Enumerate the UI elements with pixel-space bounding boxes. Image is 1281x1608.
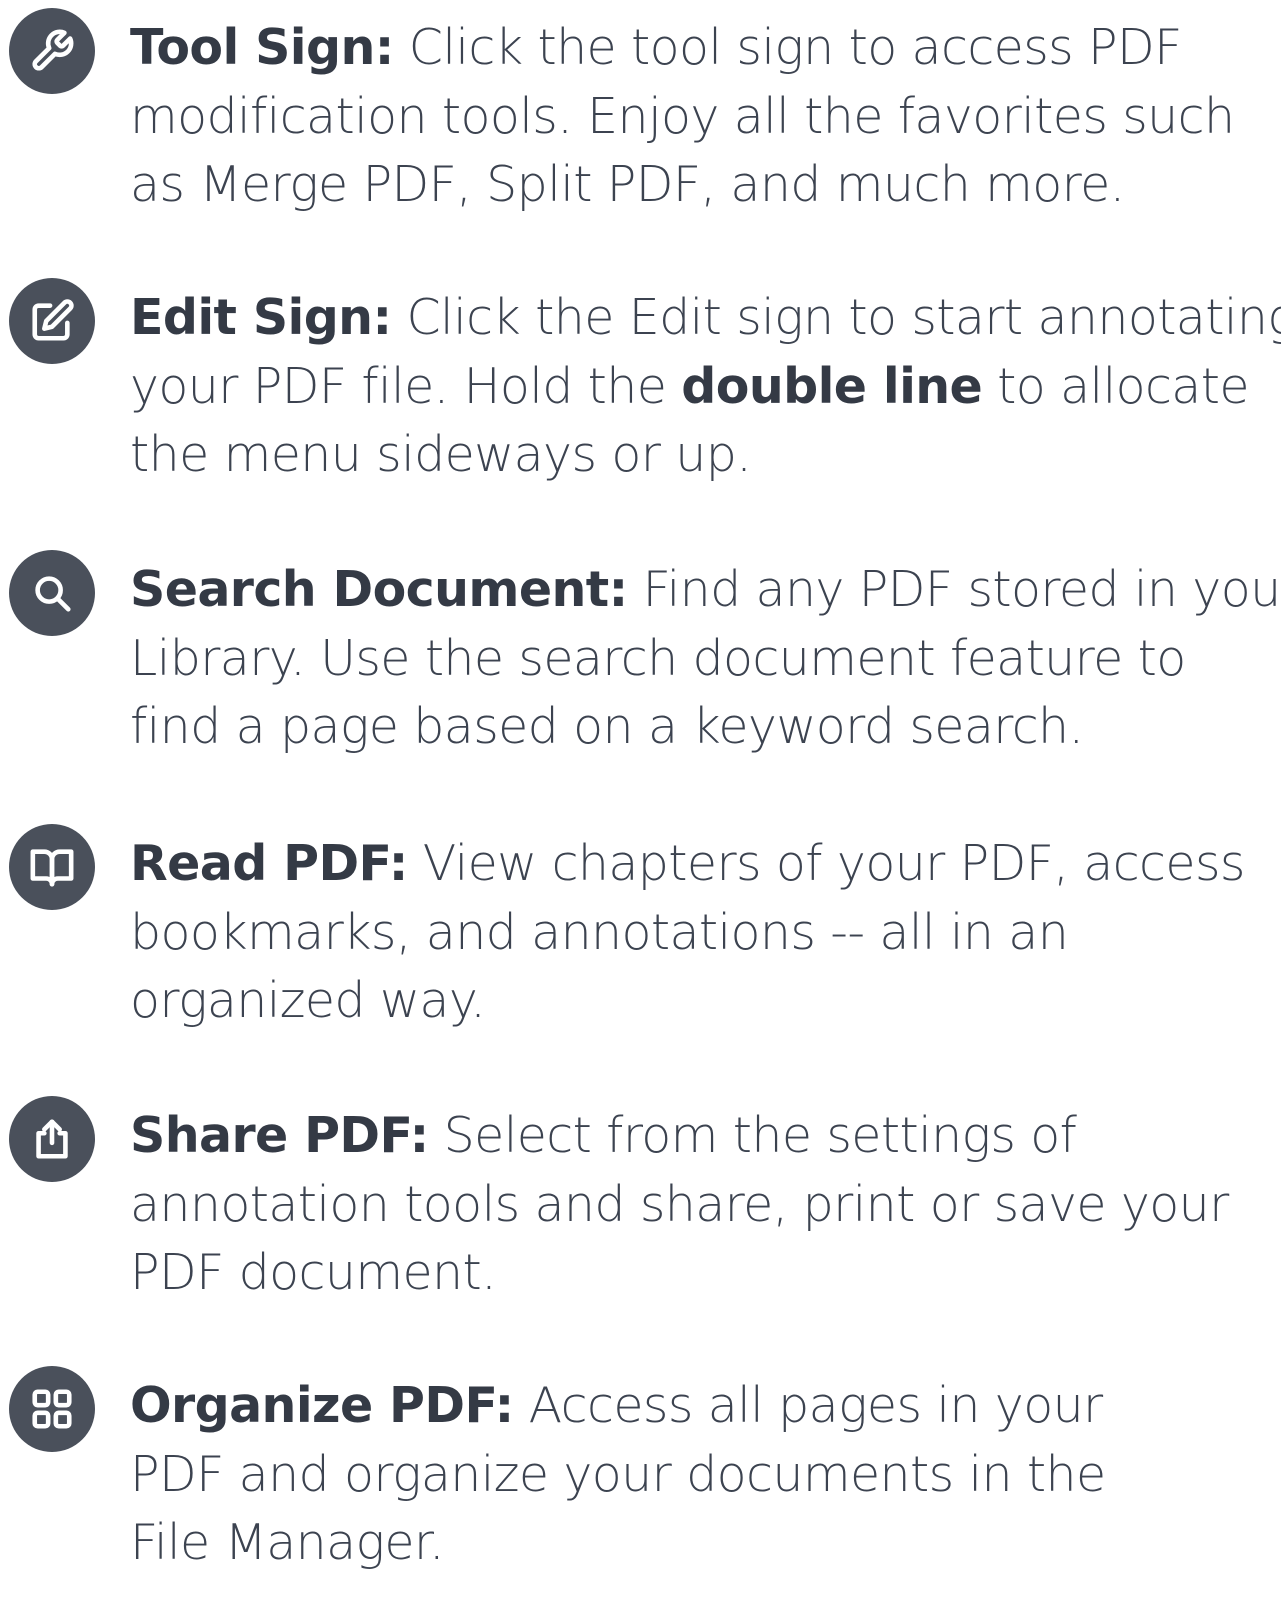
feature-text: Select from the settings of <box>428 1107 1077 1164</box>
feature-description: Edit Sign: Click the Edit sign to start … <box>130 284 1281 490</box>
feature-title: Tool Sign: <box>130 19 394 76</box>
book-icon[interactable] <box>9 824 95 910</box>
wrench-icon[interactable] <box>9 8 95 94</box>
feature-description: Tool Sign: Click the tool sign to access… <box>130 14 1270 220</box>
feature-text: organized way. <box>130 972 486 1029</box>
feature-text: Access all pages in your <box>513 1377 1104 1434</box>
edit-icon[interactable] <box>9 278 95 364</box>
feature-text: Find any PDF stored in your <box>627 561 1281 618</box>
search-icon[interactable] <box>9 550 95 636</box>
feature-description: Organize PDF: Access all pages in your P… <box>130 1372 1270 1578</box>
feature-description: Read PDF: View chapters of your PDF, acc… <box>130 830 1270 1036</box>
double-line-emphasis: double line <box>681 357 983 415</box>
feature-text: Click the tool sign to access PDF <box>393 19 1183 76</box>
feature-title: Search Document: <box>130 561 628 618</box>
feature-text: to allocate <box>982 357 1249 415</box>
grid-icon[interactable] <box>9 1366 95 1452</box>
feature-title: Organize PDF: <box>130 1377 514 1434</box>
feature-text: PDF and organize your documents in the <box>130 1445 1106 1503</box>
feature-text: PDF document. <box>130 1244 497 1301</box>
feature-text: modification tools. Enjoy all the favori… <box>130 87 1235 145</box>
feature-text: bookmarks, and annotations -- all in an <box>130 903 1069 961</box>
feature-text: Click the Edit sign to start annotating <box>391 289 1281 346</box>
feature-text: as Merge PDF, Split PDF, and much more. <box>130 156 1125 213</box>
feature-description: Search Document: Find any PDF stored in … <box>130 556 1281 762</box>
feature-text: File Manager. <box>130 1514 445 1571</box>
feature-title: Share PDF: <box>130 1107 429 1164</box>
feature-text: Library. Use the search document feature… <box>130 629 1186 687</box>
feature-title: Read PDF: <box>130 835 408 892</box>
feature-description: Share PDF: Select from the settings of a… <box>130 1102 1270 1308</box>
feature-text: the menu sideways or up. <box>130 426 752 483</box>
feature-text: View chapters of your PDF, access <box>407 835 1246 892</box>
share-icon[interactable] <box>9 1096 95 1182</box>
feature-text: your PDF file. Hold the <box>130 357 682 415</box>
feature-text: find a page based on a keyword search. <box>130 698 1084 755</box>
feature-text: annotation tools and share, print or sav… <box>130 1175 1229 1233</box>
feature-title: Edit Sign: <box>130 289 392 346</box>
